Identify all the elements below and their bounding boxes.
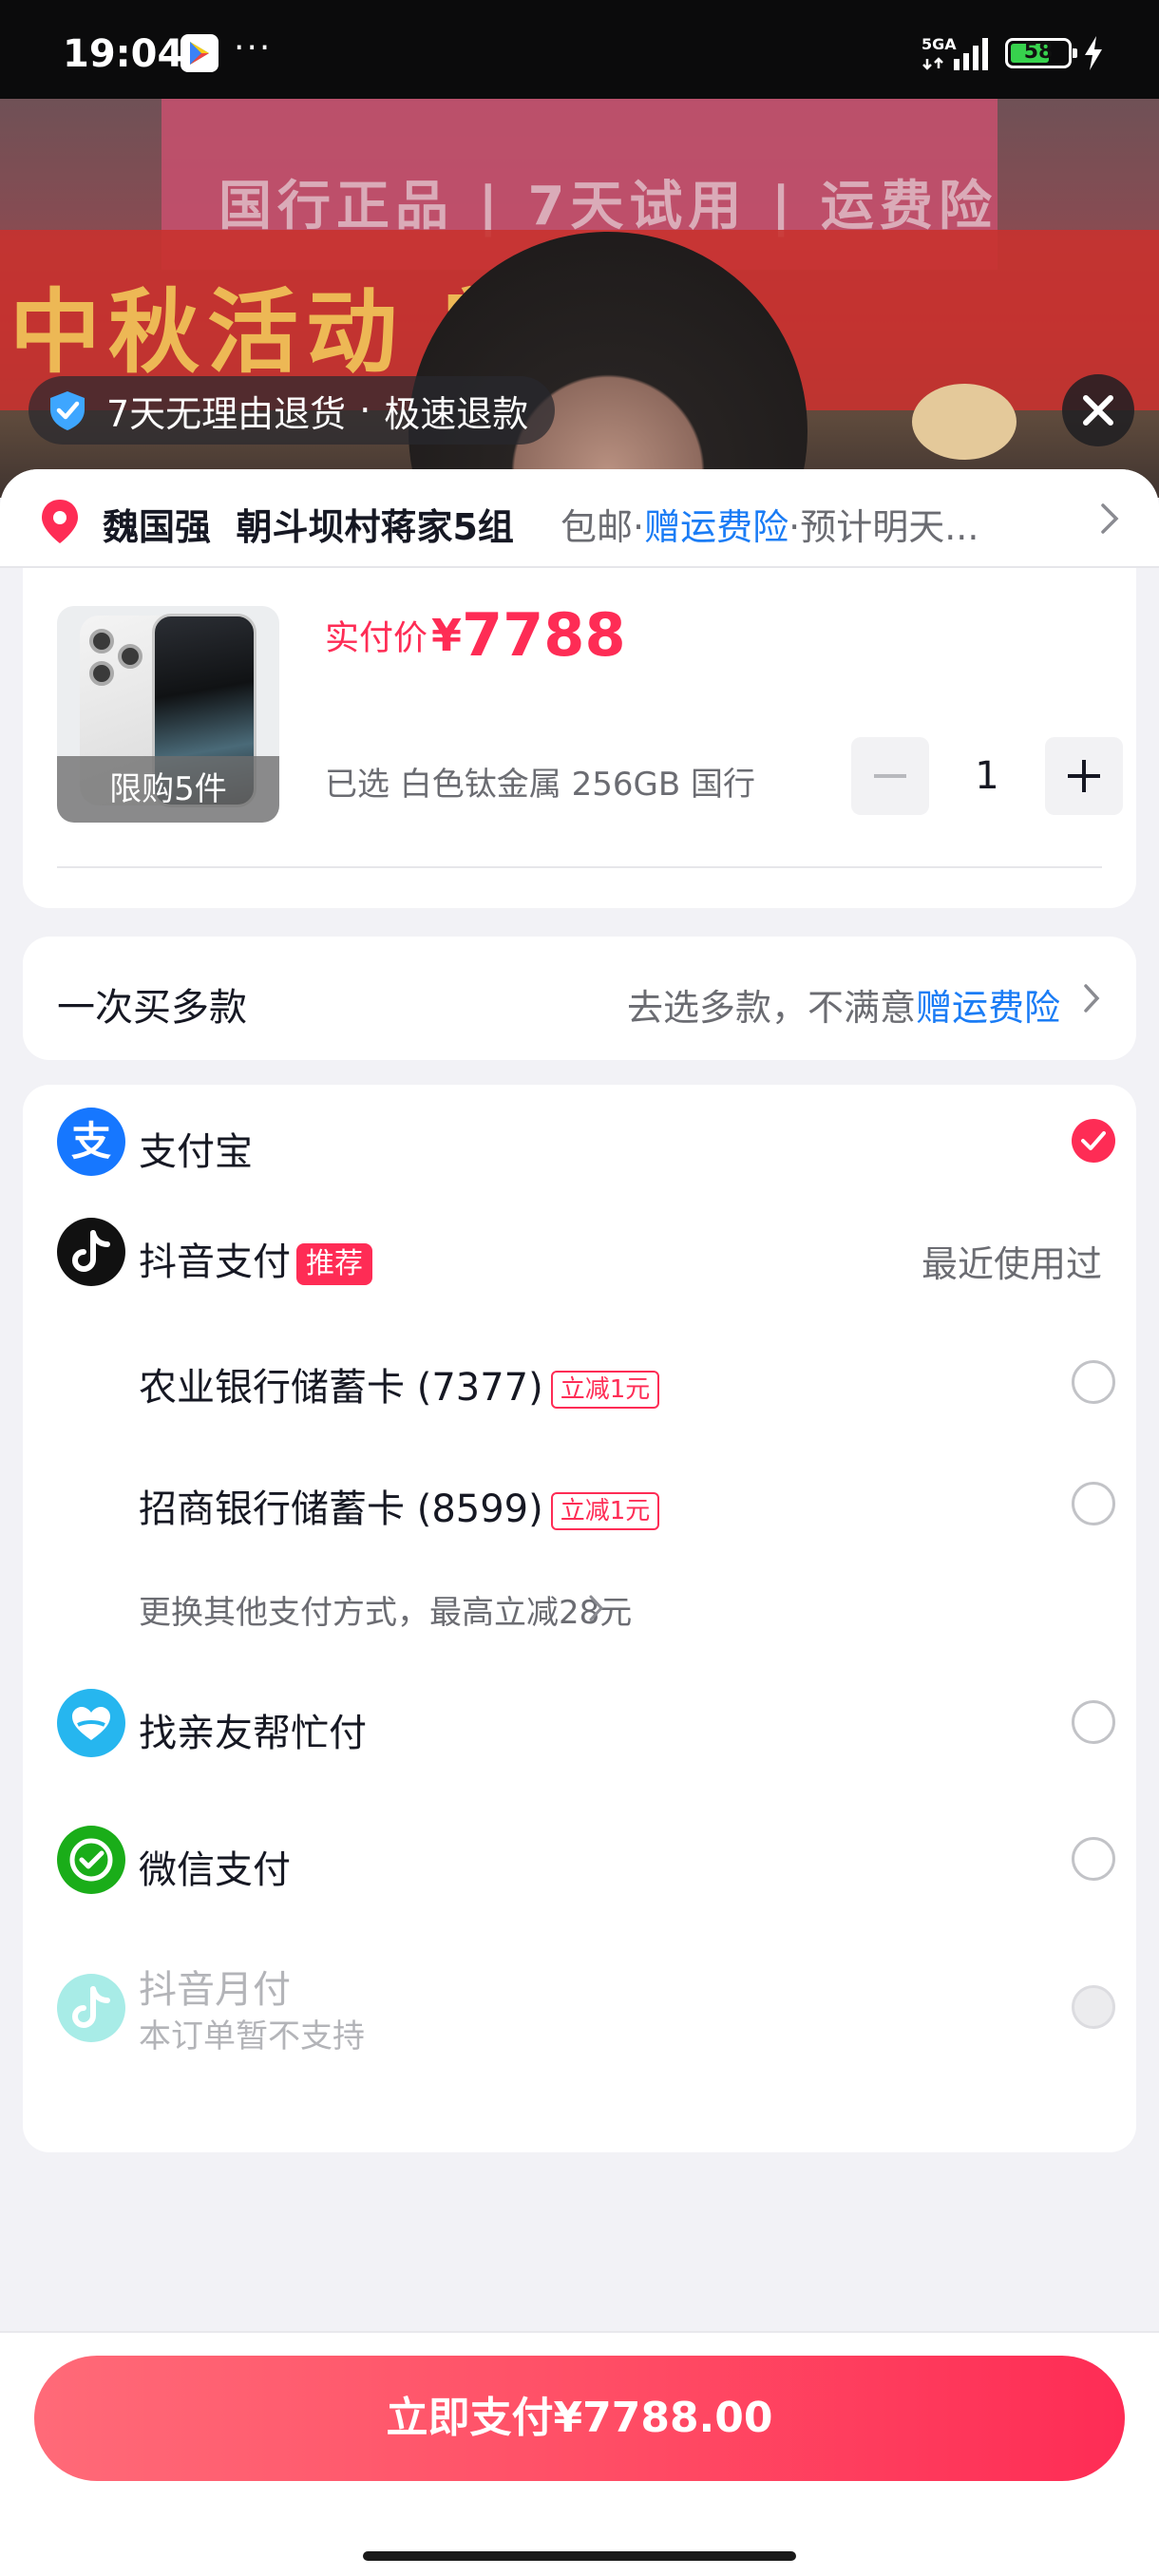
purchase-limit-badge: 限购5件 [57, 756, 279, 823]
chevron-right-icon [1101, 503, 1119, 534]
refund-separator: · [359, 389, 371, 431]
payment-option-friend-pay[interactable]: 找亲友帮忙付 [23, 1666, 1136, 1780]
alipay-icon: 支 [57, 1108, 125, 1176]
location-pin-icon [42, 500, 78, 543]
chevron-right-icon [589, 1595, 604, 1621]
payment-radio[interactable] [1072, 1360, 1115, 1404]
payment-label: 抖音支付 [139, 1241, 291, 1284]
fast-refund-text: 极速退款 [384, 392, 529, 435]
payment-label-wrap: 招商银行储蓄卡 (8599) 立减1元 [139, 1478, 660, 1533]
douyin-monthly-icon [57, 1974, 125, 2042]
status-bar: 19:04 ··· 5GA 58 [0, 0, 1159, 99]
chevron-right-icon [1084, 984, 1100, 1013]
payment-label: 找亲友帮忙付 [139, 1712, 367, 1755]
battery-icon: 58 [1005, 38, 1077, 68]
product-price: 实付价¥7788 [325, 600, 626, 670]
recently-used-text: 最近使用过 [921, 1243, 1102, 1285]
discount-tag: 立减1元 [550, 1492, 660, 1530]
more-payment-methods-text: 更换其他支付方式，最高立减28元 [139, 1594, 633, 1632]
address-row[interactable]: 魏国强 朝斗坝村蒋家5组 包邮·赠运费险·预计明天... [0, 469, 1159, 568]
payment-radio[interactable] [1072, 1837, 1115, 1881]
payment-label-wrap: 农业银行储蓄卡 (7377) 立减1元 [139, 1356, 660, 1411]
more-payment-methods-link[interactable]: 更换其他支付方式，最高立减28元 [23, 1567, 1136, 1643]
home-indicator[interactable] [363, 2551, 796, 2561]
refund-text: 7天无理由退货 [106, 392, 347, 435]
shipping-free: 包邮 [560, 506, 634, 548]
shield-check-icon [50, 391, 85, 430]
shipping-info: 包邮·赠运费险·预计明天... [560, 498, 978, 550]
unsupported-note: 本订单暂不支持 [139, 2017, 365, 2055]
payment-radio-disabled [1072, 1985, 1115, 2029]
product-image[interactable]: 限购5件 [57, 606, 279, 823]
price-label: 实付价 [325, 618, 428, 658]
svg-text:支: 支 [71, 1118, 111, 1165]
selected-spec[interactable]: 已选 白色钛金属 256GB 国行 [325, 758, 755, 805]
close-icon [1083, 395, 1113, 426]
friend-pay-icon [57, 1689, 125, 1757]
payment-radio[interactable] [1072, 1482, 1115, 1525]
recommended-tag: 推荐 [296, 1243, 372, 1285]
recipient-location: 朝斗坝村蒋家5组 [236, 506, 514, 548]
payment-radio[interactable] [1072, 1700, 1115, 1744]
signal-icon: 5GA [922, 34, 994, 72]
payment-option-alipay[interactable]: 支 支付宝 [23, 1085, 1136, 1199]
payment-option-douyin-pay[interactable]: 抖音支付 推荐 最近使用过 [23, 1204, 1136, 1309]
payment-option-douyin-monthly: 抖音月付 本订单暂不支持 [23, 1940, 1136, 2073]
payment-label: 农业银行储蓄卡 (7377) [139, 1366, 543, 1410]
payment-label-wrap: 抖音支付 推荐 [139, 1231, 372, 1286]
video-banner-top: 国行正品 | 7天试用 | 运费险 [218, 176, 998, 237]
multi-buy-row[interactable]: 一次买多款 去选多款，不满意赠运费险 [23, 937, 1136, 1060]
play-store-icon [180, 34, 218, 72]
quantity-value: 1 [975, 754, 999, 798]
product-card: 限购5件 实付价¥7788 已选 白色钛金属 256GB 国行 1 [23, 568, 1136, 908]
status-time: 19:04 [63, 32, 184, 76]
payment-label: 招商银行储蓄卡 (8599) [139, 1487, 543, 1531]
douyin-pay-icon [57, 1218, 125, 1286]
charging-icon [1083, 36, 1104, 74]
bottom-bar: 立即支付¥7788.00 [0, 2331, 1159, 2576]
eta-separator: · [788, 506, 801, 548]
recipient-name: 魏国强 [103, 506, 212, 548]
close-button[interactable] [1062, 374, 1134, 446]
payment-label: 支付宝 [139, 1130, 253, 1174]
payment-methods-card: 支 支付宝 抖音支付 推荐 最近使用过 农业银行储蓄卡 (7377) 立减1元 招商… [23, 1085, 1136, 2152]
price-value: 7788 [462, 600, 626, 670]
currency-symbol: ¥ [431, 609, 463, 661]
wechat-pay-icon [57, 1826, 125, 1894]
multi-buy-hint: 去选多款，不满意 [626, 987, 916, 1029]
payment-label: 微信支付 [139, 1848, 291, 1892]
status-more-dots: ··· [234, 28, 273, 67]
quantity-decrease-button[interactable] [851, 737, 929, 815]
payment-option-wechat[interactable]: 微信支付 [23, 1803, 1136, 1917]
refund-badge[interactable]: 7天无理由退货 · 极速退款 [28, 376, 556, 445]
checkout-sheet: 魏国强 朝斗坝村蒋家5组 包邮·赠运费险·预计明天... 限购5件 实付价¥77… [0, 469, 1159, 2576]
recipient: 魏国强 朝斗坝村蒋家5组 [103, 498, 514, 550]
shipping-separator: · [633, 506, 645, 548]
divider [57, 866, 1102, 868]
payment-option-abc-card[interactable]: 农业银行储蓄卡 (7377) 立减1元 [23, 1318, 1136, 1432]
payment-radio-selected[interactable] [1072, 1119, 1115, 1163]
shipping-insurance: 赠运费险 [644, 506, 789, 548]
discount-tag: 立减1元 [550, 1371, 660, 1409]
multi-buy-hint-wrap: 去选多款，不满意赠运费险 [627, 978, 1060, 1031]
multi-buy-title: 一次买多款 [57, 986, 247, 1030]
network-type: 5GA [922, 35, 957, 53]
multi-buy-insurance: 赠运费险 [915, 987, 1060, 1029]
battery-level: 58 [1023, 40, 1054, 64]
pay-now-button[interactable]: 立即支付¥7788.00 [34, 2356, 1125, 2481]
quantity-increase-button[interactable] [1045, 737, 1123, 815]
delivery-eta: 预计明天... [800, 506, 979, 548]
payment-option-cmb-card[interactable]: 招商银行储蓄卡 (8599) 立减1元 [23, 1440, 1136, 1554]
payment-label: 抖音月付 [139, 1968, 291, 2012]
